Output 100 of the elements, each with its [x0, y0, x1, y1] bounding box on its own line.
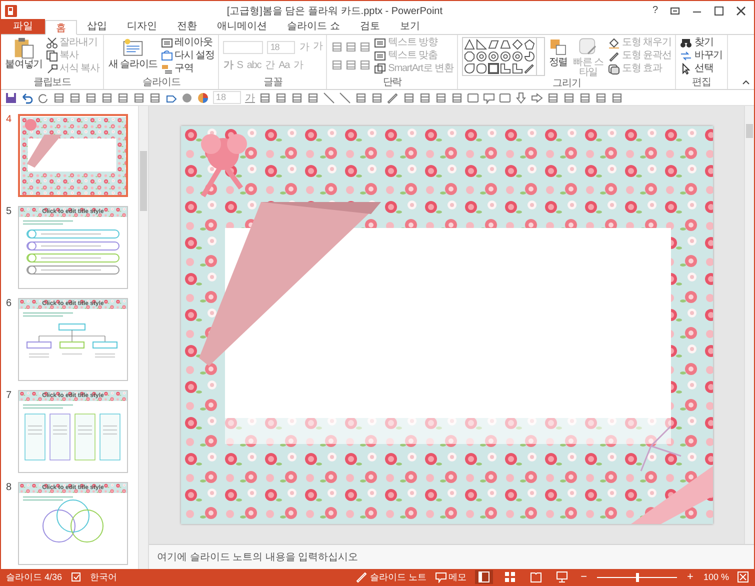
ribbon-tab[interactable]: 슬라이드 쇼 — [277, 19, 350, 34]
spell-check-icon[interactable] — [70, 571, 82, 583]
slide-number: 8 — [6, 482, 13, 493]
line-icon — [323, 92, 335, 104]
group-label: 그리기 — [552, 78, 582, 90]
dot-icon — [181, 92, 193, 104]
panel-icon — [595, 92, 607, 104]
font-format-button[interactable]: S — [236, 60, 243, 70]
rect-icon — [467, 92, 479, 104]
ribbon-tab[interactable]: 검토 — [350, 19, 390, 34]
new-slide-button[interactable]: 새 슬라이드 — [108, 37, 158, 70]
group-label: 글꼴 — [262, 77, 284, 89]
panel-icon — [69, 92, 81, 104]
callout-icon — [483, 92, 495, 104]
panel-icon — [85, 92, 97, 104]
right-icon — [531, 92, 543, 104]
brush-icon — [46, 63, 58, 75]
ribbon-tab[interactable]: 디자인 — [117, 19, 167, 34]
panel-icon — [371, 92, 383, 104]
file-tab[interactable]: 파일 — [1, 19, 45, 34]
ribbon-tab[interactable]: 전환 — [167, 19, 207, 34]
ribbon-command[interactable]: 다시 설정 — [160, 50, 214, 62]
ribbon-tab[interactable]: 홈 — [45, 20, 77, 35]
maximize-icon[interactable] — [714, 6, 724, 16]
effect-icon — [608, 63, 620, 75]
panel-icon — [563, 92, 575, 104]
grow-font-button[interactable]: 가 — [299, 40, 309, 54]
ribbon-command[interactable]: 레이아웃 — [160, 37, 214, 49]
ribbon-command[interactable]: 바꾸기 — [680, 50, 723, 62]
language-indicator[interactable]: 한국어 — [90, 570, 118, 584]
panel-icon — [53, 92, 65, 104]
outline-icon — [608, 50, 620, 62]
quick-styles-icon — [578, 37, 598, 57]
ribbon-tab[interactable]: 삽입 — [77, 19, 117, 34]
panel-icon — [547, 92, 559, 104]
slide-scrollbar[interactable] — [744, 106, 754, 544]
list-icon — [331, 59, 344, 71]
shrink-font-button[interactable]: 가 — [312, 41, 322, 53]
undo-icon — [21, 92, 33, 104]
ribbon-display-icon[interactable] — [670, 6, 680, 16]
close-icon[interactable] — [736, 6, 746, 16]
ribbon-command[interactable]: 찾기 — [680, 37, 723, 49]
clipboard-icon — [12, 37, 35, 59]
scissors-icon — [46, 37, 58, 49]
font-size-field[interactable]: 18 — [213, 91, 241, 104]
font-format-button[interactable]: Aa — [278, 60, 290, 70]
font-format-button[interactable]: 가 — [294, 58, 304, 72]
panel-icon — [275, 92, 287, 104]
panel-icon — [419, 92, 431, 104]
slide-number: 6 — [6, 298, 13, 309]
panel-icon — [355, 92, 367, 104]
thumbnail-scrollbar[interactable] — [139, 106, 149, 569]
help-button[interactable]: ? — [652, 5, 658, 16]
line-icon — [339, 92, 351, 104]
paste-button[interactable]: 붙여넣기 — [5, 37, 43, 70]
slide-counter: 슬라이드 4/36 — [6, 570, 62, 584]
list-icon — [345, 41, 358, 53]
ribbon-command[interactable]: 선택 — [680, 63, 723, 75]
view-button[interactable] — [474, 570, 493, 584]
app-logo-icon — [5, 4, 17, 16]
panel-icon — [117, 92, 129, 104]
group-label: 편집 — [691, 77, 712, 89]
fit-to-window-icon[interactable] — [737, 571, 749, 583]
color-icon — [197, 92, 209, 104]
slide-number: 4 — [6, 114, 13, 125]
zoom-level[interactable]: 100 % — [703, 572, 729, 582]
ribbon-tab[interactable]: 보기 — [390, 19, 430, 34]
notes-button[interactable]: 슬라이드 노트 — [356, 570, 427, 584]
font-color-button[interactable]: 가 — [245, 90, 255, 104]
notes-field[interactable]: 여기에 슬라이드 노트의 내용을 입력하십시오 — [149, 544, 754, 569]
collapse-ribbon-icon[interactable] — [742, 78, 750, 86]
zoom-out-button[interactable]: − — [578, 571, 590, 583]
window-title: [고급형]봄을 담은 플라워 카드.pptx - PowerPoint — [226, 4, 444, 18]
rect-icon — [499, 92, 511, 104]
zoom-in-button[interactable]: + — [685, 571, 696, 583]
copy-icon — [46, 50, 58, 62]
comments-button[interactable]: 메모 — [434, 570, 467, 584]
group-label: 클립보드 — [32, 77, 72, 89]
pen-icon — [356, 571, 368, 583]
shapes-gallery[interactable] — [462, 37, 546, 76]
slide-canvas[interactable] — [180, 126, 712, 524]
callout-icon — [434, 571, 447, 583]
down-icon — [515, 92, 527, 104]
save-icon — [5, 92, 17, 104]
panel-icon — [435, 92, 447, 104]
font-format-button[interactable]: 가 — [223, 58, 233, 72]
ribbon-tab[interactable]: 애니메이션 — [207, 19, 277, 34]
arrange-icon — [548, 37, 568, 57]
font-name-field[interactable] — [223, 40, 264, 54]
binoculars-icon — [680, 37, 692, 49]
panel-icon — [101, 92, 113, 104]
ribbon-command[interactable]: 구역 — [160, 63, 214, 75]
font-size-field[interactable]: 18 — [267, 40, 296, 54]
panel-icon — [579, 92, 591, 104]
font-format-button[interactable]: 간 — [265, 58, 275, 72]
slide-icon — [122, 37, 144, 59]
arrange-button[interactable]: 정렬 — [548, 37, 568, 68]
textalign-icon — [374, 50, 386, 62]
panel-icon — [149, 92, 161, 104]
font-format-button[interactable]: abc — [246, 60, 262, 70]
